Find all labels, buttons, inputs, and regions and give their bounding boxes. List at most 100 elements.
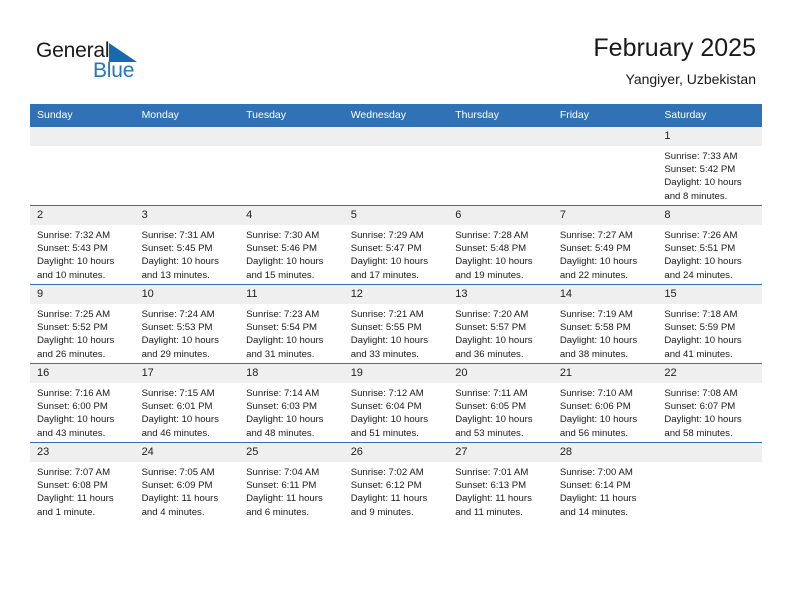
daylight-text: Daylight: 10 hours and 43 minutes. <box>37 414 115 439</box>
sunset-text: Sunset: 5:48 PM <box>455 243 527 255</box>
day-details: Sunrise: 7:15 AM Sunset: 6:01 PM Dayligh… <box>135 383 240 440</box>
daylight-text: Daylight: 10 hours and 41 minutes. <box>664 335 742 360</box>
day-cell[interactable]: 15 Sunrise: 7:18 AM Sunset: 5:59 PM Dayl… <box>657 284 762 364</box>
day-cell-empty <box>448 126 553 206</box>
day-cell[interactable]: 4 Sunrise: 7:30 AM Sunset: 5:46 PM Dayli… <box>239 205 344 285</box>
weekday-header-wednesday: Wednesday <box>343 104 449 127</box>
day-cell[interactable]: 8 Sunrise: 7:26 AM Sunset: 5:51 PM Dayli… <box>657 205 762 285</box>
day-cell-empty <box>657 442 762 521</box>
day-details: Sunrise: 7:24 AM Sunset: 5:53 PM Dayligh… <box>135 304 240 361</box>
day-cell[interactable]: 11 Sunrise: 7:23 AM Sunset: 5:54 PM Dayl… <box>239 284 344 364</box>
daylight-text: Daylight: 11 hours and 6 minutes. <box>246 493 323 518</box>
daylight-text: Daylight: 10 hours and 33 minutes. <box>350 335 429 360</box>
calendar-week-row: 2 Sunrise: 7:32 AM Sunset: 5:43 PM Dayli… <box>30 205 762 285</box>
day-cell[interactable]: 27 Sunrise: 7:01 AM Sunset: 6:13 PM Dayl… <box>448 442 553 521</box>
day-cell[interactable]: 1 Sunrise: 7:33 AM Sunset: 5:42 PM Dayli… <box>657 126 762 206</box>
page-header: General Blue February 2025 Yangiyer, Uzb… <box>0 0 792 100</box>
day-details: Sunrise: 7:16 AM Sunset: 6:00 PM Dayligh… <box>30 383 135 440</box>
day-cell[interactable]: 26 Sunrise: 7:02 AM Sunset: 6:12 PM Dayl… <box>343 442 449 521</box>
day-details: Sunrise: 7:02 AM Sunset: 6:12 PM Dayligh… <box>344 462 449 519</box>
day-details: Sunrise: 7:28 AM Sunset: 5:48 PM Dayligh… <box>448 225 553 282</box>
sunset-text: Sunset: 6:07 PM <box>664 401 736 413</box>
sunrise-text: Sunrise: 7:24 AM <box>141 309 215 320</box>
day-details: Sunrise: 7:05 AM Sunset: 6:09 PM Dayligh… <box>135 462 240 519</box>
day-number: 19 <box>343 364 449 383</box>
day-cell[interactable]: 3 Sunrise: 7:31 AM Sunset: 5:45 PM Dayli… <box>134 205 240 285</box>
day-cell[interactable]: 17 Sunrise: 7:15 AM Sunset: 6:01 PM Dayl… <box>134 363 240 443</box>
sunset-text: Sunset: 5:53 PM <box>141 322 213 334</box>
day-number: 15 <box>657 285 762 304</box>
day-number: 16 <box>30 364 135 383</box>
sunset-text: Sunset: 6:00 PM <box>37 401 108 413</box>
day-cell[interactable]: 24 Sunrise: 7:05 AM Sunset: 6:09 PM Dayl… <box>134 442 240 521</box>
sunrise-text: Sunrise: 7:28 AM <box>455 230 529 241</box>
day-number <box>343 127 449 146</box>
daylight-text: Daylight: 11 hours and 4 minutes. <box>141 493 219 518</box>
day-cell[interactable]: 20 Sunrise: 7:11 AM Sunset: 6:05 PM Dayl… <box>448 363 553 443</box>
day-number <box>448 127 553 146</box>
sunrise-text: Sunrise: 7:25 AM <box>37 309 111 320</box>
day-cell[interactable]: 10 Sunrise: 7:24 AM Sunset: 5:53 PM Dayl… <box>134 284 240 364</box>
sunrise-text: Sunrise: 7:00 AM <box>559 467 633 478</box>
day-cell[interactable]: 21 Sunrise: 7:10 AM Sunset: 6:06 PM Dayl… <box>552 363 658 443</box>
day-number <box>239 127 344 146</box>
day-cell[interactable]: 9 Sunrise: 7:25 AM Sunset: 5:52 PM Dayli… <box>30 284 135 364</box>
day-cell[interactable]: 5 Sunrise: 7:29 AM Sunset: 5:47 PM Dayli… <box>343 205 449 285</box>
weekday-header-monday: Monday <box>134 104 240 127</box>
day-number: 23 <box>30 443 135 462</box>
day-cell[interactable]: 13 Sunrise: 7:20 AM Sunset: 5:57 PM Dayl… <box>448 284 553 364</box>
daylight-text: Daylight: 10 hours and 19 minutes. <box>455 256 533 281</box>
daylight-text: Daylight: 10 hours and 24 minutes. <box>664 256 742 281</box>
day-cell[interactable]: 19 Sunrise: 7:12 AM Sunset: 6:04 PM Dayl… <box>343 363 449 443</box>
day-number: 7 <box>552 206 658 225</box>
day-number: 12 <box>343 285 449 304</box>
daylight-text: Daylight: 10 hours and 53 minutes. <box>455 414 533 439</box>
day-cell[interactable]: 14 Sunrise: 7:19 AM Sunset: 5:58 PM Dayl… <box>552 284 658 364</box>
day-number: 18 <box>239 364 344 383</box>
day-cell[interactable]: 16 Sunrise: 7:16 AM Sunset: 6:00 PM Dayl… <box>30 363 135 443</box>
sunset-text: Sunset: 5:43 PM <box>37 243 108 255</box>
daylight-text: Daylight: 10 hours and 8 minutes. <box>664 177 742 202</box>
sunset-text: Sunset: 6:13 PM <box>455 480 527 492</box>
day-number: 5 <box>343 206 449 225</box>
sunset-text: Sunset: 5:46 PM <box>246 243 318 255</box>
sunrise-text: Sunrise: 7:15 AM <box>141 388 215 399</box>
calendar-week-row: 9 Sunrise: 7:25 AM Sunset: 5:52 PM Dayli… <box>30 284 762 364</box>
weekday-header-thursday: Thursday <box>448 104 553 127</box>
sunrise-text: Sunrise: 7:08 AM <box>664 388 738 399</box>
daylight-text: Daylight: 10 hours and 48 minutes. <box>246 414 324 439</box>
day-number: 9 <box>30 285 135 304</box>
day-number <box>134 127 240 146</box>
page-title: February 2025 <box>593 34 756 62</box>
sunrise-text: Sunrise: 7:01 AM <box>455 467 529 478</box>
day-cell-empty <box>239 126 344 206</box>
day-cell[interactable]: 12 Sunrise: 7:21 AM Sunset: 5:55 PM Dayl… <box>343 284 449 364</box>
daylight-text: Daylight: 10 hours and 26 minutes. <box>37 335 115 360</box>
day-cell[interactable]: 2 Sunrise: 7:32 AM Sunset: 5:43 PM Dayli… <box>30 205 135 285</box>
daylight-text: Daylight: 11 hours and 1 minute. <box>37 493 114 518</box>
sunset-text: Sunset: 6:11 PM <box>246 480 317 492</box>
day-details: Sunrise: 7:00 AM Sunset: 6:14 PM Dayligh… <box>553 462 658 519</box>
day-number <box>552 127 658 146</box>
daylight-text: Daylight: 11 hours and 11 minutes. <box>455 493 532 518</box>
sunrise-text: Sunrise: 7:04 AM <box>246 467 320 478</box>
day-details: Sunrise: 7:25 AM Sunset: 5:52 PM Dayligh… <box>30 304 135 361</box>
day-details: Sunrise: 7:01 AM Sunset: 6:13 PM Dayligh… <box>448 462 553 519</box>
day-cell[interactable]: 22 Sunrise: 7:08 AM Sunset: 6:07 PM Dayl… <box>657 363 762 443</box>
day-details: Sunrise: 7:18 AM Sunset: 5:59 PM Dayligh… <box>657 304 762 361</box>
day-number: 24 <box>134 443 240 462</box>
day-details: Sunrise: 7:29 AM Sunset: 5:47 PM Dayligh… <box>344 225 449 282</box>
day-cell[interactable]: 23 Sunrise: 7:07 AM Sunset: 6:08 PM Dayl… <box>30 442 135 521</box>
day-cell[interactable]: 25 Sunrise: 7:04 AM Sunset: 6:11 PM Dayl… <box>239 442 344 521</box>
day-details: Sunrise: 7:04 AM Sunset: 6:11 PM Dayligh… <box>239 462 344 519</box>
day-cell[interactable]: 6 Sunrise: 7:28 AM Sunset: 5:48 PM Dayli… <box>448 205 553 285</box>
day-cell[interactable]: 18 Sunrise: 7:14 AM Sunset: 6:03 PM Dayl… <box>239 363 344 443</box>
day-number <box>657 443 762 462</box>
day-cell[interactable]: 28 Sunrise: 7:00 AM Sunset: 6:14 PM Dayl… <box>552 442 658 521</box>
day-number: 21 <box>552 364 658 383</box>
month-calendar-table: Sunday Monday Tuesday Wednesday Thursday… <box>30 104 762 521</box>
day-cell[interactable]: 7 Sunrise: 7:27 AM Sunset: 5:49 PM Dayli… <box>552 205 658 285</box>
calendar-page: General Blue February 2025 Yangiyer, Uzb… <box>0 0 792 612</box>
day-number: 2 <box>30 206 135 225</box>
day-number: 6 <box>448 206 553 225</box>
